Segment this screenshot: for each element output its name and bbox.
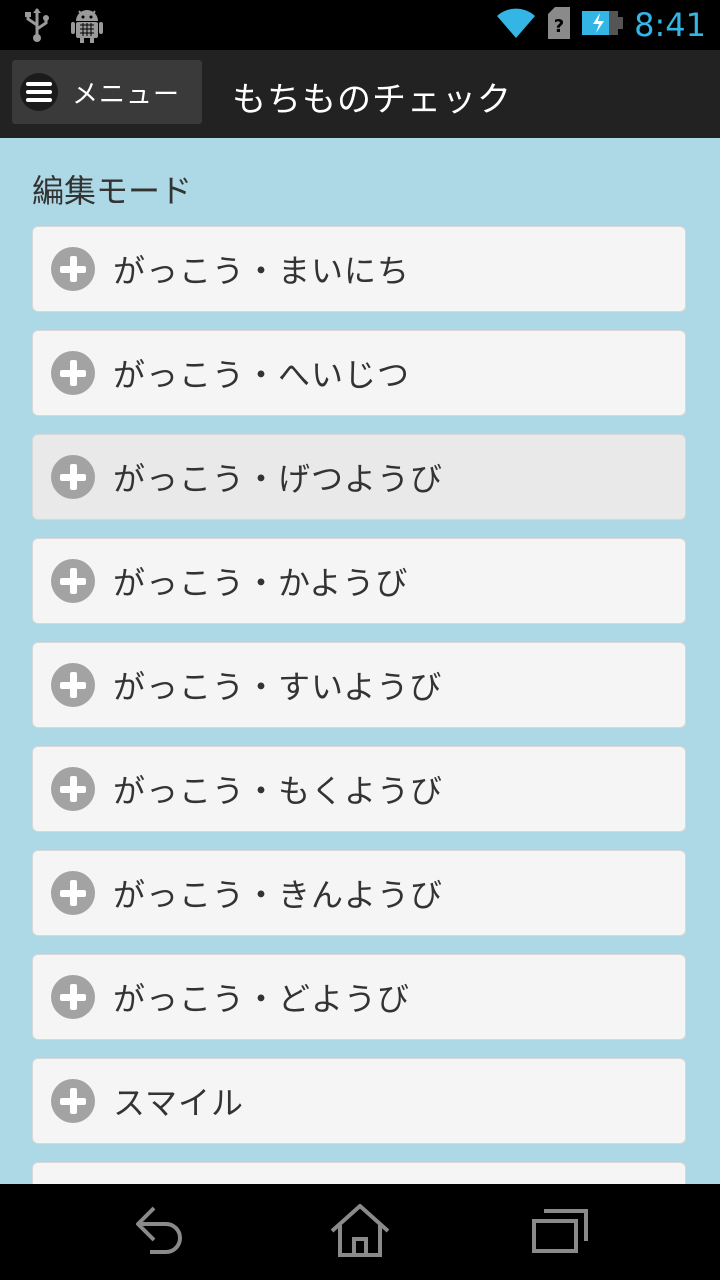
list-item[interactable]: がっこう・きんようび: [32, 850, 686, 936]
menu-button[interactable]: メニュー: [12, 60, 202, 124]
add-circle-icon: [51, 351, 95, 395]
back-button[interactable]: [120, 1200, 200, 1264]
add-circle-icon: [51, 975, 95, 1019]
wifi-icon: [496, 6, 536, 44]
list-item-label: がっこう・へいじつ: [113, 356, 411, 394]
list-item[interactable]: がっこう・へいじつ: [32, 330, 686, 416]
list-item[interactable]: がっこう・かようび: [32, 538, 686, 624]
add-circle-icon: [51, 455, 95, 499]
add-circle-icon: [51, 247, 95, 291]
usb-icon: [22, 7, 52, 47]
page-title: もちものチェック: [232, 80, 512, 120]
action-bar: メニュー もちものチェック: [0, 50, 720, 138]
android-debug-icon: [70, 7, 104, 47]
list-item[interactable]: がっこう・もくようび: [32, 746, 686, 832]
status-right-icons: ? 8:41: [496, 4, 706, 46]
recents-icon: [530, 1207, 590, 1257]
list-item-label: がっこう・げつようび: [113, 460, 444, 498]
status-left-icons: [22, 7, 104, 47]
add-circle-icon: [51, 871, 95, 915]
item-list: がっこう・まいにち がっこう・へいじつ がっこう・げつようび がっこう・かようび…: [32, 226, 688, 1184]
list-item[interactable]: がっこう・げつようび: [32, 434, 686, 520]
home-button[interactable]: [320, 1200, 400, 1264]
list-item-partial[interactable]: [32, 1162, 686, 1184]
navigation-bar: [0, 1184, 720, 1280]
menu-button-label: メニュー: [72, 79, 181, 110]
list-item-label: がっこう・かようび: [113, 564, 409, 602]
status-clock: 8:41: [634, 6, 706, 44]
list-item[interactable]: がっこう・すいようび: [32, 642, 686, 728]
list-item[interactable]: がっこう・まいにち: [32, 226, 686, 312]
list-item-label: がっこう・まいにち: [113, 252, 411, 290]
status-bar: ? 8:41: [0, 0, 720, 50]
list-item-label: がっこう・どようび: [113, 980, 411, 1018]
list-item-label: スマイル: [113, 1084, 245, 1122]
hamburger-menu-icon: [20, 73, 58, 111]
list-item[interactable]: スマイル: [32, 1058, 686, 1144]
list-item[interactable]: がっこう・どようび: [32, 954, 686, 1040]
add-circle-icon: [51, 663, 95, 707]
list-item-label: がっこう・きんようび: [113, 876, 444, 914]
back-icon: [132, 1204, 188, 1260]
home-icon: [330, 1203, 390, 1261]
battery-charging-icon: [582, 10, 624, 40]
sim-unknown-icon: ?: [546, 6, 572, 44]
add-circle-icon: [51, 767, 95, 811]
add-circle-icon: [51, 559, 95, 603]
add-circle-icon: [51, 1079, 95, 1123]
list-item-label: がっこう・もくようび: [113, 772, 444, 810]
main-content[interactable]: 編集モード がっこう・まいにち がっこう・へいじつ がっこう・げつようび がっこ…: [0, 138, 720, 1184]
list-item-label: がっこう・すいようび: [113, 668, 443, 706]
section-title: 編集モード: [32, 172, 193, 210]
svg-text:?: ?: [554, 16, 564, 37]
recents-button[interactable]: [520, 1200, 600, 1264]
